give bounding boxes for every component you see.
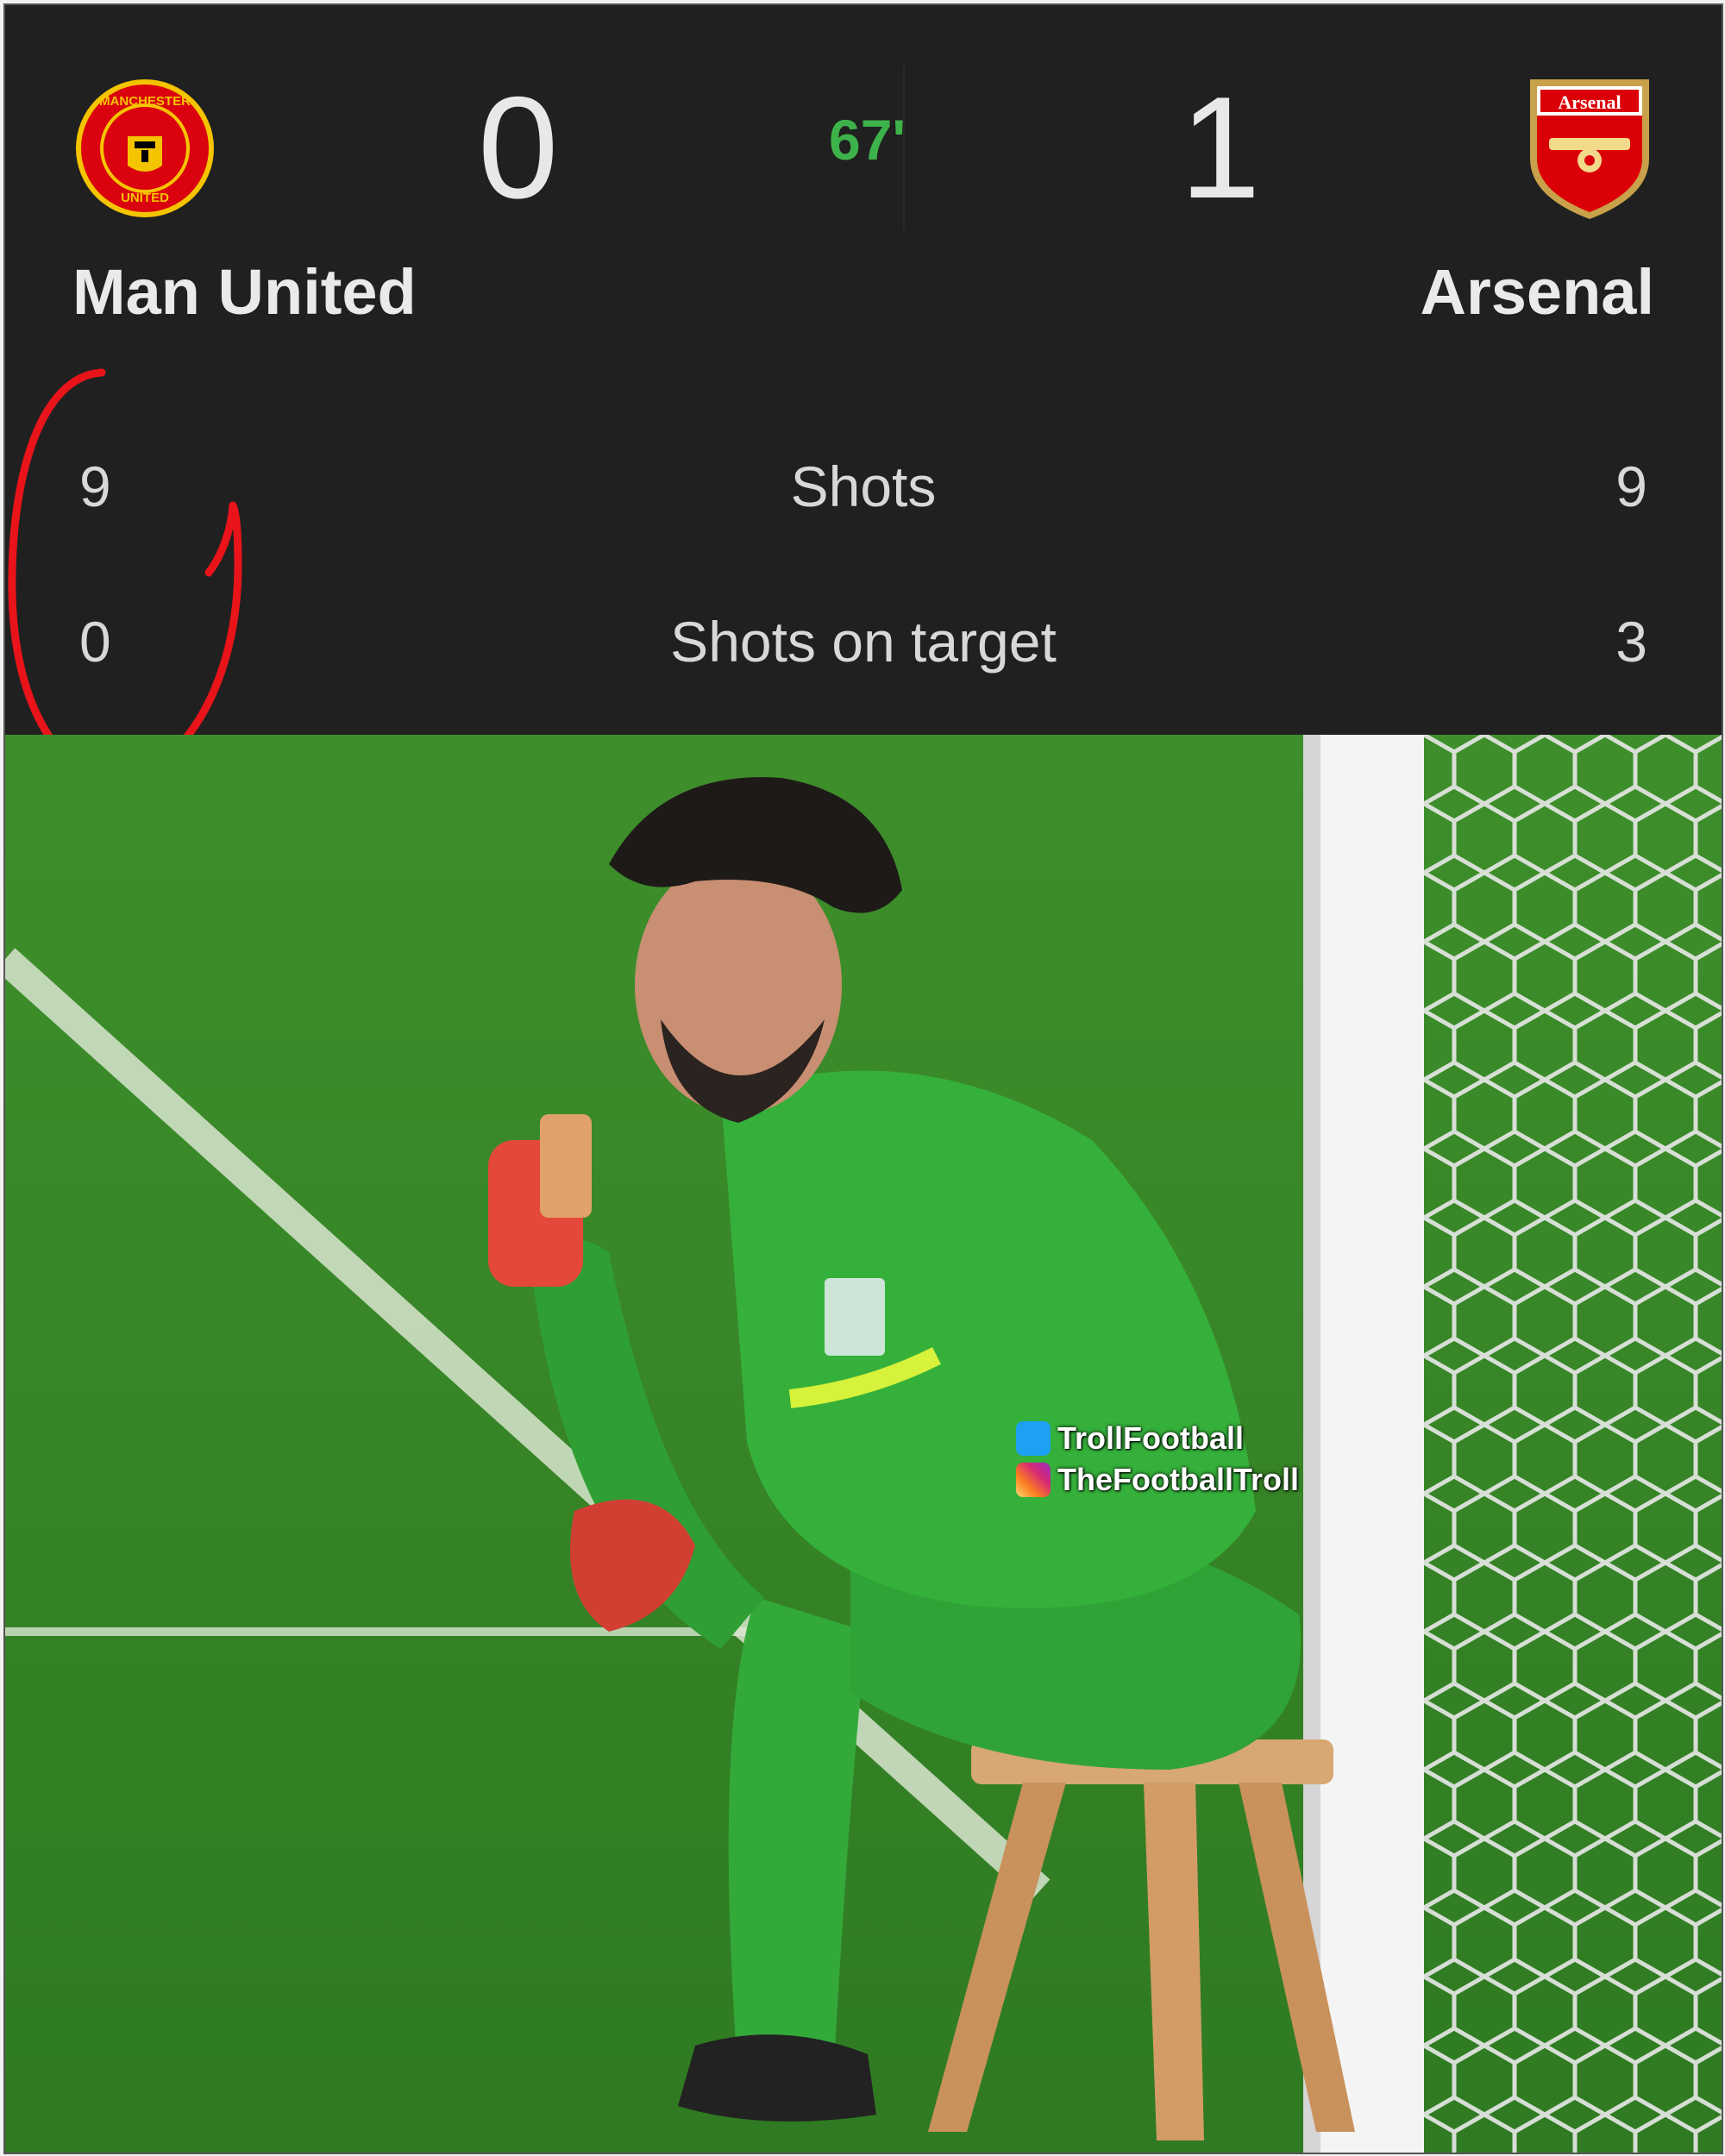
home-score: 0 [478, 66, 559, 229]
away-score: 1 [1180, 66, 1261, 229]
center-divider [903, 66, 905, 229]
away-team-name: Arsenal [1420, 256, 1654, 328]
goal-net [1424, 735, 1722, 2153]
meme-frame: MANCHESTER UNITED 0 67' 1 Arsenal Man Un… [3, 3, 1723, 2154]
score-panel: MANCHESTER UNITED 0 67' 1 Arsenal Man Un… [5, 5, 1722, 782]
arsenal-crest-text: Arsenal [1558, 91, 1621, 113]
goalkeeper-photo [5, 735, 1722, 2153]
instagram-icon [1016, 1463, 1051, 1497]
stat-away-value: 3 [1615, 610, 1647, 674]
match-clock: 67' [829, 108, 906, 172]
twitter-handle-text: TrollFootball [1057, 1420, 1244, 1456]
home-team-name: Man United [72, 256, 417, 328]
stat-away-value: 9 [1615, 454, 1647, 518]
instagram-handle: TheFootballTroll [1016, 1459, 1299, 1501]
arsenal-crest-icon: Arsenal [1530, 79, 1649, 219]
twitter-icon [1016, 1421, 1051, 1456]
crest-text-top: MANCHESTER [99, 94, 191, 109]
twitter-handle: TrollFootball [1016, 1418, 1299, 1459]
crest-text-bottom: UNITED [121, 191, 169, 205]
goal-post [1303, 735, 1424, 2153]
red-circle-annotation [8, 368, 242, 782]
instagram-handle-text: TheFootballTroll [1057, 1462, 1299, 1497]
man-united-crest-icon: MANCHESTER UNITED [76, 79, 214, 217]
watermark: TrollFootball TheFootballTroll [1016, 1418, 1299, 1501]
